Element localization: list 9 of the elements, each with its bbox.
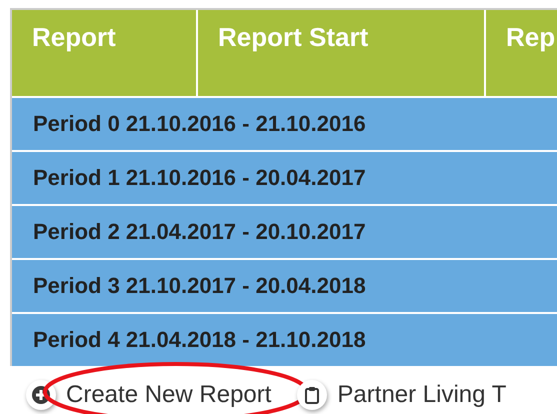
- clipboard-icon: [305, 386, 320, 404]
- table-row[interactable]: Period 3 21.10.2017 - 20.04.2018: [12, 258, 557, 312]
- column-header: Rep: [505, 21, 556, 54]
- table-row[interactable]: Period 1 21.10.2016 - 20.04.2017: [12, 150, 557, 204]
- table-row[interactable]: Period 4 21.04.2018 - 21.10.2018: [12, 312, 557, 366]
- table-row[interactable]: Period 0 21.10.2016 - 21.10.2016: [12, 96, 557, 150]
- plus-circle-icon: [32, 386, 50, 404]
- table-row[interactable]: Period 2 21.04.2017 - 20.10.2017: [12, 204, 557, 258]
- action-link[interactable]: Partner Living T: [337, 381, 506, 409]
